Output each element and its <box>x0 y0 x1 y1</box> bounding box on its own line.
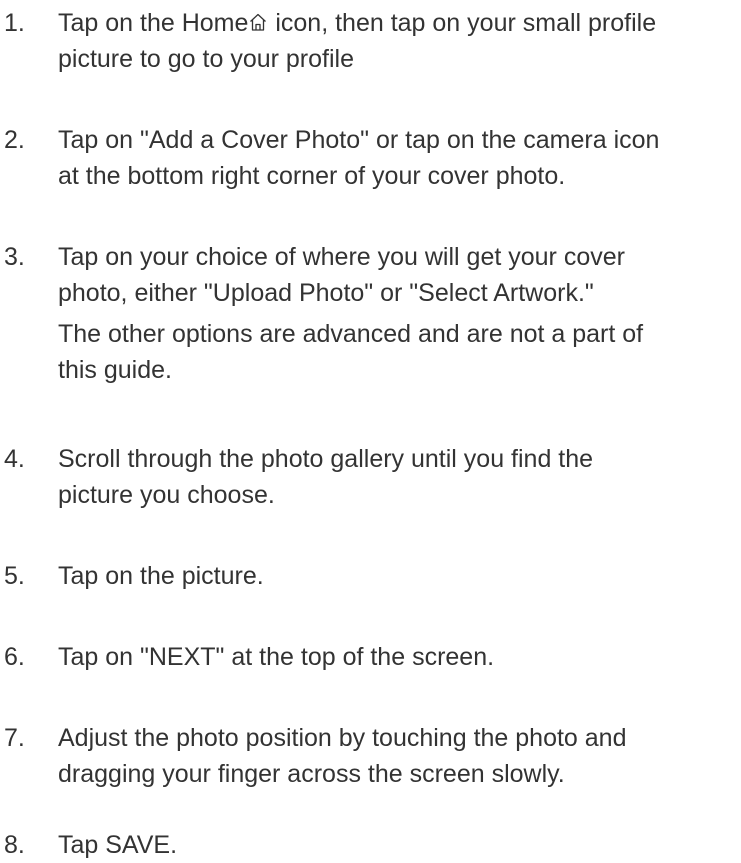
step-number: 6. <box>4 643 25 671</box>
step-number: 7. <box>4 724 25 752</box>
step-text: Scroll through the photo gallery until y… <box>58 445 594 509</box>
step-number: 4. <box>4 445 25 473</box>
step-text: Tap on your choice of where you will get… <box>58 243 625 307</box>
step-text-part: icon, then tap on your small profile <box>268 9 657 37</box>
step-number: 1. <box>4 9 25 37</box>
step-note: The other options are advanced and are n… <box>58 320 644 384</box>
step-number: 2. <box>4 126 25 154</box>
step-text: Adjust the photo position by touching th… <box>58 724 627 788</box>
step-text: Tap on the picture. <box>58 562 264 590</box>
step-text: Tap SAVE. <box>58 831 178 859</box>
step-text: Tap on the Home icon, then tap on your s… <box>58 5 738 77</box>
step-number: 3. <box>4 243 25 271</box>
step-text: Tap on "NEXT" at the top of the screen. <box>58 643 495 671</box>
step-text: Tap on "Add a Cover Photo" or tap on the… <box>58 126 660 190</box>
home-icon <box>250 13 267 31</box>
step-number: 5. <box>4 562 25 590</box>
step-text-part: picture to go to your profile <box>58 45 354 73</box>
step-number: 8. <box>4 831 25 859</box>
step-text-part: Tap on the Home <box>58 9 249 37</box>
